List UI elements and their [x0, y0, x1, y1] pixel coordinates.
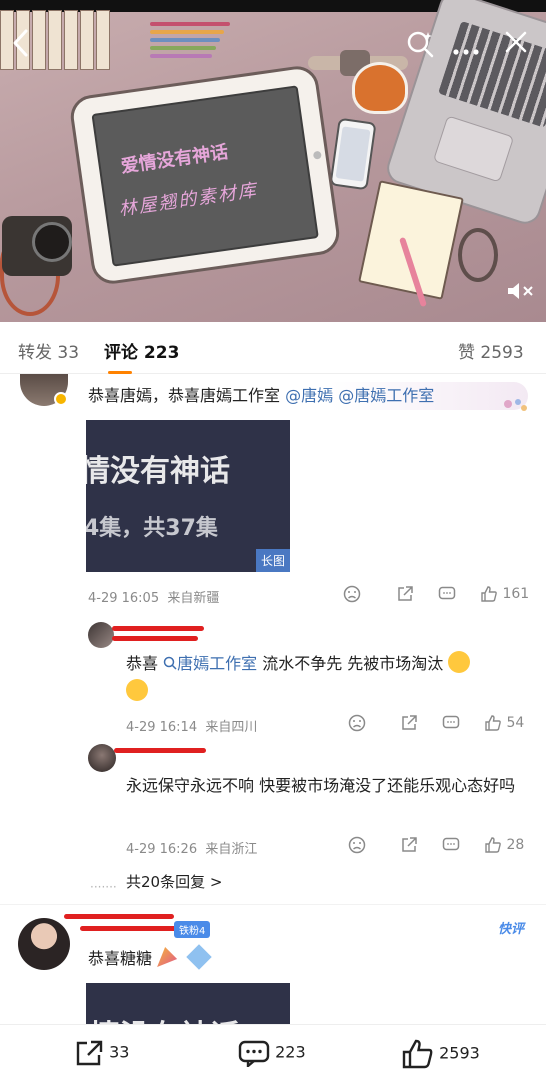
- comment-image[interactable]: 情没有神话 4集，共37集 长图: [86, 420, 290, 572]
- share-button[interactable]: [396, 585, 414, 603]
- back-button[interactable]: [10, 28, 32, 63]
- chevron-left-icon: [13, 29, 28, 57]
- redaction-mark: [80, 926, 180, 931]
- quick-review-tag: 快评: [498, 922, 525, 937]
- fan-level-badge: 铁粉4: [174, 921, 211, 938]
- close-icon: [505, 31, 527, 53]
- reply-text: 恭喜 唐嫣工作室 流水不争先 先被市场淘汰: [126, 650, 526, 706]
- reply-meta: 4-29 16:14 来自四川: [126, 720, 258, 735]
- like-count: 161: [502, 586, 530, 602]
- dislike-button[interactable]: [348, 714, 366, 732]
- avatar[interactable]: [18, 918, 70, 970]
- like-count: 28: [506, 837, 525, 853]
- comment-text: 恭喜糖糖: [88, 944, 212, 973]
- reply-button[interactable]: [442, 836, 460, 854]
- share-icon: [398, 586, 413, 601]
- tab-likes[interactable]: 赞 2593: [458, 338, 524, 363]
- laughing-crying-emoji-icon: [448, 651, 471, 673]
- comment-button[interactable]: 223: [238, 1039, 306, 1069]
- like-button[interactable]: 54: [484, 714, 524, 732]
- reply-button[interactable]: [442, 714, 460, 732]
- phone-decoration: [329, 117, 377, 191]
- tablet-decoration: 爱情没有神话 林屋翘的素材库: [67, 63, 343, 287]
- like-count: 54: [506, 715, 525, 731]
- dislike-button[interactable]: [343, 585, 361, 603]
- repost-icon: [76, 1040, 103, 1066]
- comment-text: 恭喜唐嫣，恭喜唐嫣工作室 @唐嫣 @唐嫣工作室: [88, 382, 528, 410]
- like-button[interactable]: 161: [480, 585, 529, 603]
- diamond-badge-icon: [186, 944, 212, 970]
- reply-divider-dots: ·······: [90, 880, 117, 894]
- comment-icon: [238, 1040, 270, 1069]
- mention-link[interactable]: @唐嫣工作室: [338, 386, 434, 405]
- long-image-badge: 长图: [255, 549, 290, 572]
- thumbs-up-icon: [485, 715, 501, 731]
- cover-subtitle: 林屋翘的素材库: [117, 179, 260, 221]
- repost-button[interactable]: 33: [74, 1039, 129, 1067]
- search-link-icon: [163, 656, 177, 670]
- comment-meta: 4-29 16:05 来自新疆: [88, 591, 220, 606]
- search-sparkle-icon: [407, 31, 434, 58]
- sad-face-icon: [343, 585, 361, 603]
- comment-divider: [0, 904, 546, 905]
- comment-bubble-decoration-icon: [500, 394, 530, 416]
- comment-count: 223: [275, 1042, 306, 1062]
- tab-indicator: [108, 371, 132, 374]
- thumbs-up-icon: [481, 586, 497, 602]
- repost-count: 33: [109, 1042, 130, 1062]
- reply-meta: 4-29 16:26 来自浙江: [126, 842, 258, 857]
- close-button[interactable]: [504, 30, 528, 59]
- post-tabs: 转发 33 评论 223 赞 2593: [0, 322, 546, 374]
- post-cover-image[interactable]: 爱情没有神话 林屋翘的素材库: [0, 0, 546, 322]
- like-post-button[interactable]: 2593: [402, 1039, 480, 1069]
- mention-link[interactable]: 唐嫣工作室: [163, 654, 257, 673]
- more-replies-link[interactable]: 共20条回复 >: [126, 871, 222, 892]
- camera-decoration: [2, 216, 72, 276]
- sad-face-icon: [348, 714, 366, 732]
- like-button[interactable]: 28: [484, 836, 524, 854]
- redaction-mark: [112, 626, 204, 631]
- mention-link[interactable]: @唐嫣: [285, 386, 333, 405]
- sad-face-icon: [348, 836, 366, 854]
- redaction-mark: [114, 748, 206, 753]
- mute-button[interactable]: [506, 280, 538, 304]
- avatar[interactable]: [88, 622, 114, 648]
- tab-comments[interactable]: 评论 223: [104, 338, 179, 363]
- like-count: 2593: [439, 1043, 480, 1063]
- reply-button[interactable]: [438, 585, 456, 603]
- redaction-mark: [112, 636, 198, 641]
- bottom-action-bar: 33 223 2593: [0, 1024, 546, 1080]
- dislike-button[interactable]: [348, 836, 366, 854]
- more-button[interactable]: [452, 36, 480, 62]
- reply-text: 永远保守永远不响 快要被市场淹没了还能乐观心态好吗: [126, 776, 516, 795]
- share-button[interactable]: [400, 836, 418, 854]
- tab-repost[interactable]: 转发 33: [18, 338, 79, 363]
- thumbs-up-icon: [485, 837, 501, 853]
- search-button[interactable]: [406, 30, 434, 63]
- share-icon: [402, 715, 417, 730]
- redaction-mark: [64, 914, 174, 919]
- verified-badge-icon: [54, 392, 68, 406]
- comment-icon: [442, 715, 460, 729]
- thumbs-up-icon: [402, 1039, 433, 1069]
- share-button[interactable]: [400, 714, 418, 732]
- share-icon: [402, 837, 417, 852]
- cover-title: 爱情没有神话: [119, 141, 230, 178]
- avatar[interactable]: [88, 744, 116, 772]
- speaker-mute-icon: [508, 283, 533, 299]
- more-dots-icon: [453, 49, 479, 55]
- comment-icon: [442, 837, 460, 851]
- pencils-decoration: [150, 22, 240, 70]
- laughing-crying-emoji-icon: [126, 679, 148, 701]
- comment-icon: [438, 586, 456, 600]
- coffee-cup-decoration: [352, 62, 408, 114]
- glasses-decoration: [458, 228, 498, 282]
- party-popper-emoji-icon: [157, 947, 178, 967]
- notebook-decoration: [358, 180, 464, 300]
